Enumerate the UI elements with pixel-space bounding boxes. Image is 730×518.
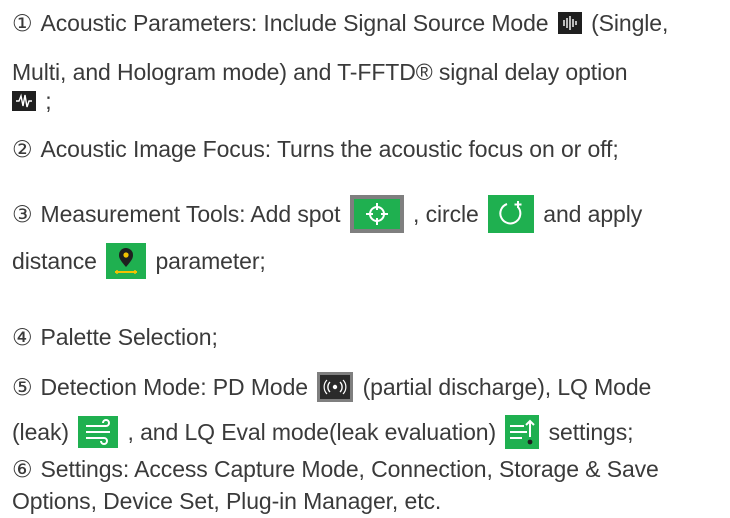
circle-add-icon xyxy=(487,195,534,233)
item-marker: ⑤ xyxy=(12,374,33,400)
lq-eval-mode-icon xyxy=(505,414,540,449)
item-marker: ③ xyxy=(12,201,33,228)
item-text: Detection Mode: PD Mode xyxy=(40,374,309,400)
item-text-cont2: and apply xyxy=(543,201,643,228)
item-text-line2: distance xyxy=(12,248,97,274)
item-marker: ② xyxy=(12,136,33,162)
item-text: Palette Selection; xyxy=(40,324,218,350)
item-text-end: parameter; xyxy=(155,248,266,274)
item-text: Measurement Tools: Add spot xyxy=(40,201,341,228)
list-item-measurement-tools: ③ Measurement Tools: Add spot , circle an… xyxy=(12,195,724,235)
item-text: Acoustic Parameters: Include Signal Sour… xyxy=(40,10,549,36)
list-item-detection-mode: ⑤ Detection Mode: PD Mode (partial discha… xyxy=(12,370,724,404)
spot-crosshair-icon xyxy=(349,195,404,233)
lq-mode-icon xyxy=(78,415,119,448)
signal-delay-icon xyxy=(12,90,36,111)
item-text: Settings: Access Capture Mode, Connectio… xyxy=(40,456,659,482)
item-text-end: settings; xyxy=(548,419,634,445)
item-marker: ⑥ xyxy=(12,456,33,482)
list-item-settings: ⑥ Settings: Access Capture Mode, Connecti… xyxy=(12,452,724,486)
item-text-cont: , circle xyxy=(413,201,479,228)
list-item-acoustic-parameters: ① Acoustic Parameters: Include Signal Sou… xyxy=(12,6,724,40)
item-text-cont: (partial discharge), LQ Mode xyxy=(362,374,652,400)
item-marker: ④ xyxy=(12,324,33,350)
pd-mode-icon xyxy=(317,371,354,402)
list-item-acoustic-image-focus: ② Acoustic Image Focus: Turns the acousti… xyxy=(12,132,724,166)
list-item-settings-line2: Options, Device Set, Plug-in Manager, et… xyxy=(12,484,724,518)
item-marker: ① xyxy=(12,10,33,36)
item-text-line2: (leak) xyxy=(12,419,69,445)
item-text-cont: , and LQ Eval mode(leak evaluation) xyxy=(127,419,497,445)
item-text-cont: (Single, xyxy=(591,10,669,36)
list-item-detection-mode-line2: (leak) , and LQ Eval mode(leak evaluatio… xyxy=(12,414,724,451)
list-item-measurement-tools-line2: distance parameter; xyxy=(12,242,724,281)
item-text-line2: Options, Device Set, Plug-in Manager, et… xyxy=(12,488,442,514)
signal-source-mode-icon xyxy=(557,11,582,34)
item-text: Acoustic Image Focus: Turns the acoustic… xyxy=(40,136,619,162)
item-text-line2: Multi, and Hologram mode) and T-FFTD® si… xyxy=(12,59,628,85)
list-item-palette-selection: ④ Palette Selection; xyxy=(12,320,724,354)
distance-pin-icon xyxy=(106,242,147,279)
item-text-end: ; xyxy=(45,88,52,114)
list-item-acoustic-parameters-line3: ; xyxy=(12,84,724,118)
